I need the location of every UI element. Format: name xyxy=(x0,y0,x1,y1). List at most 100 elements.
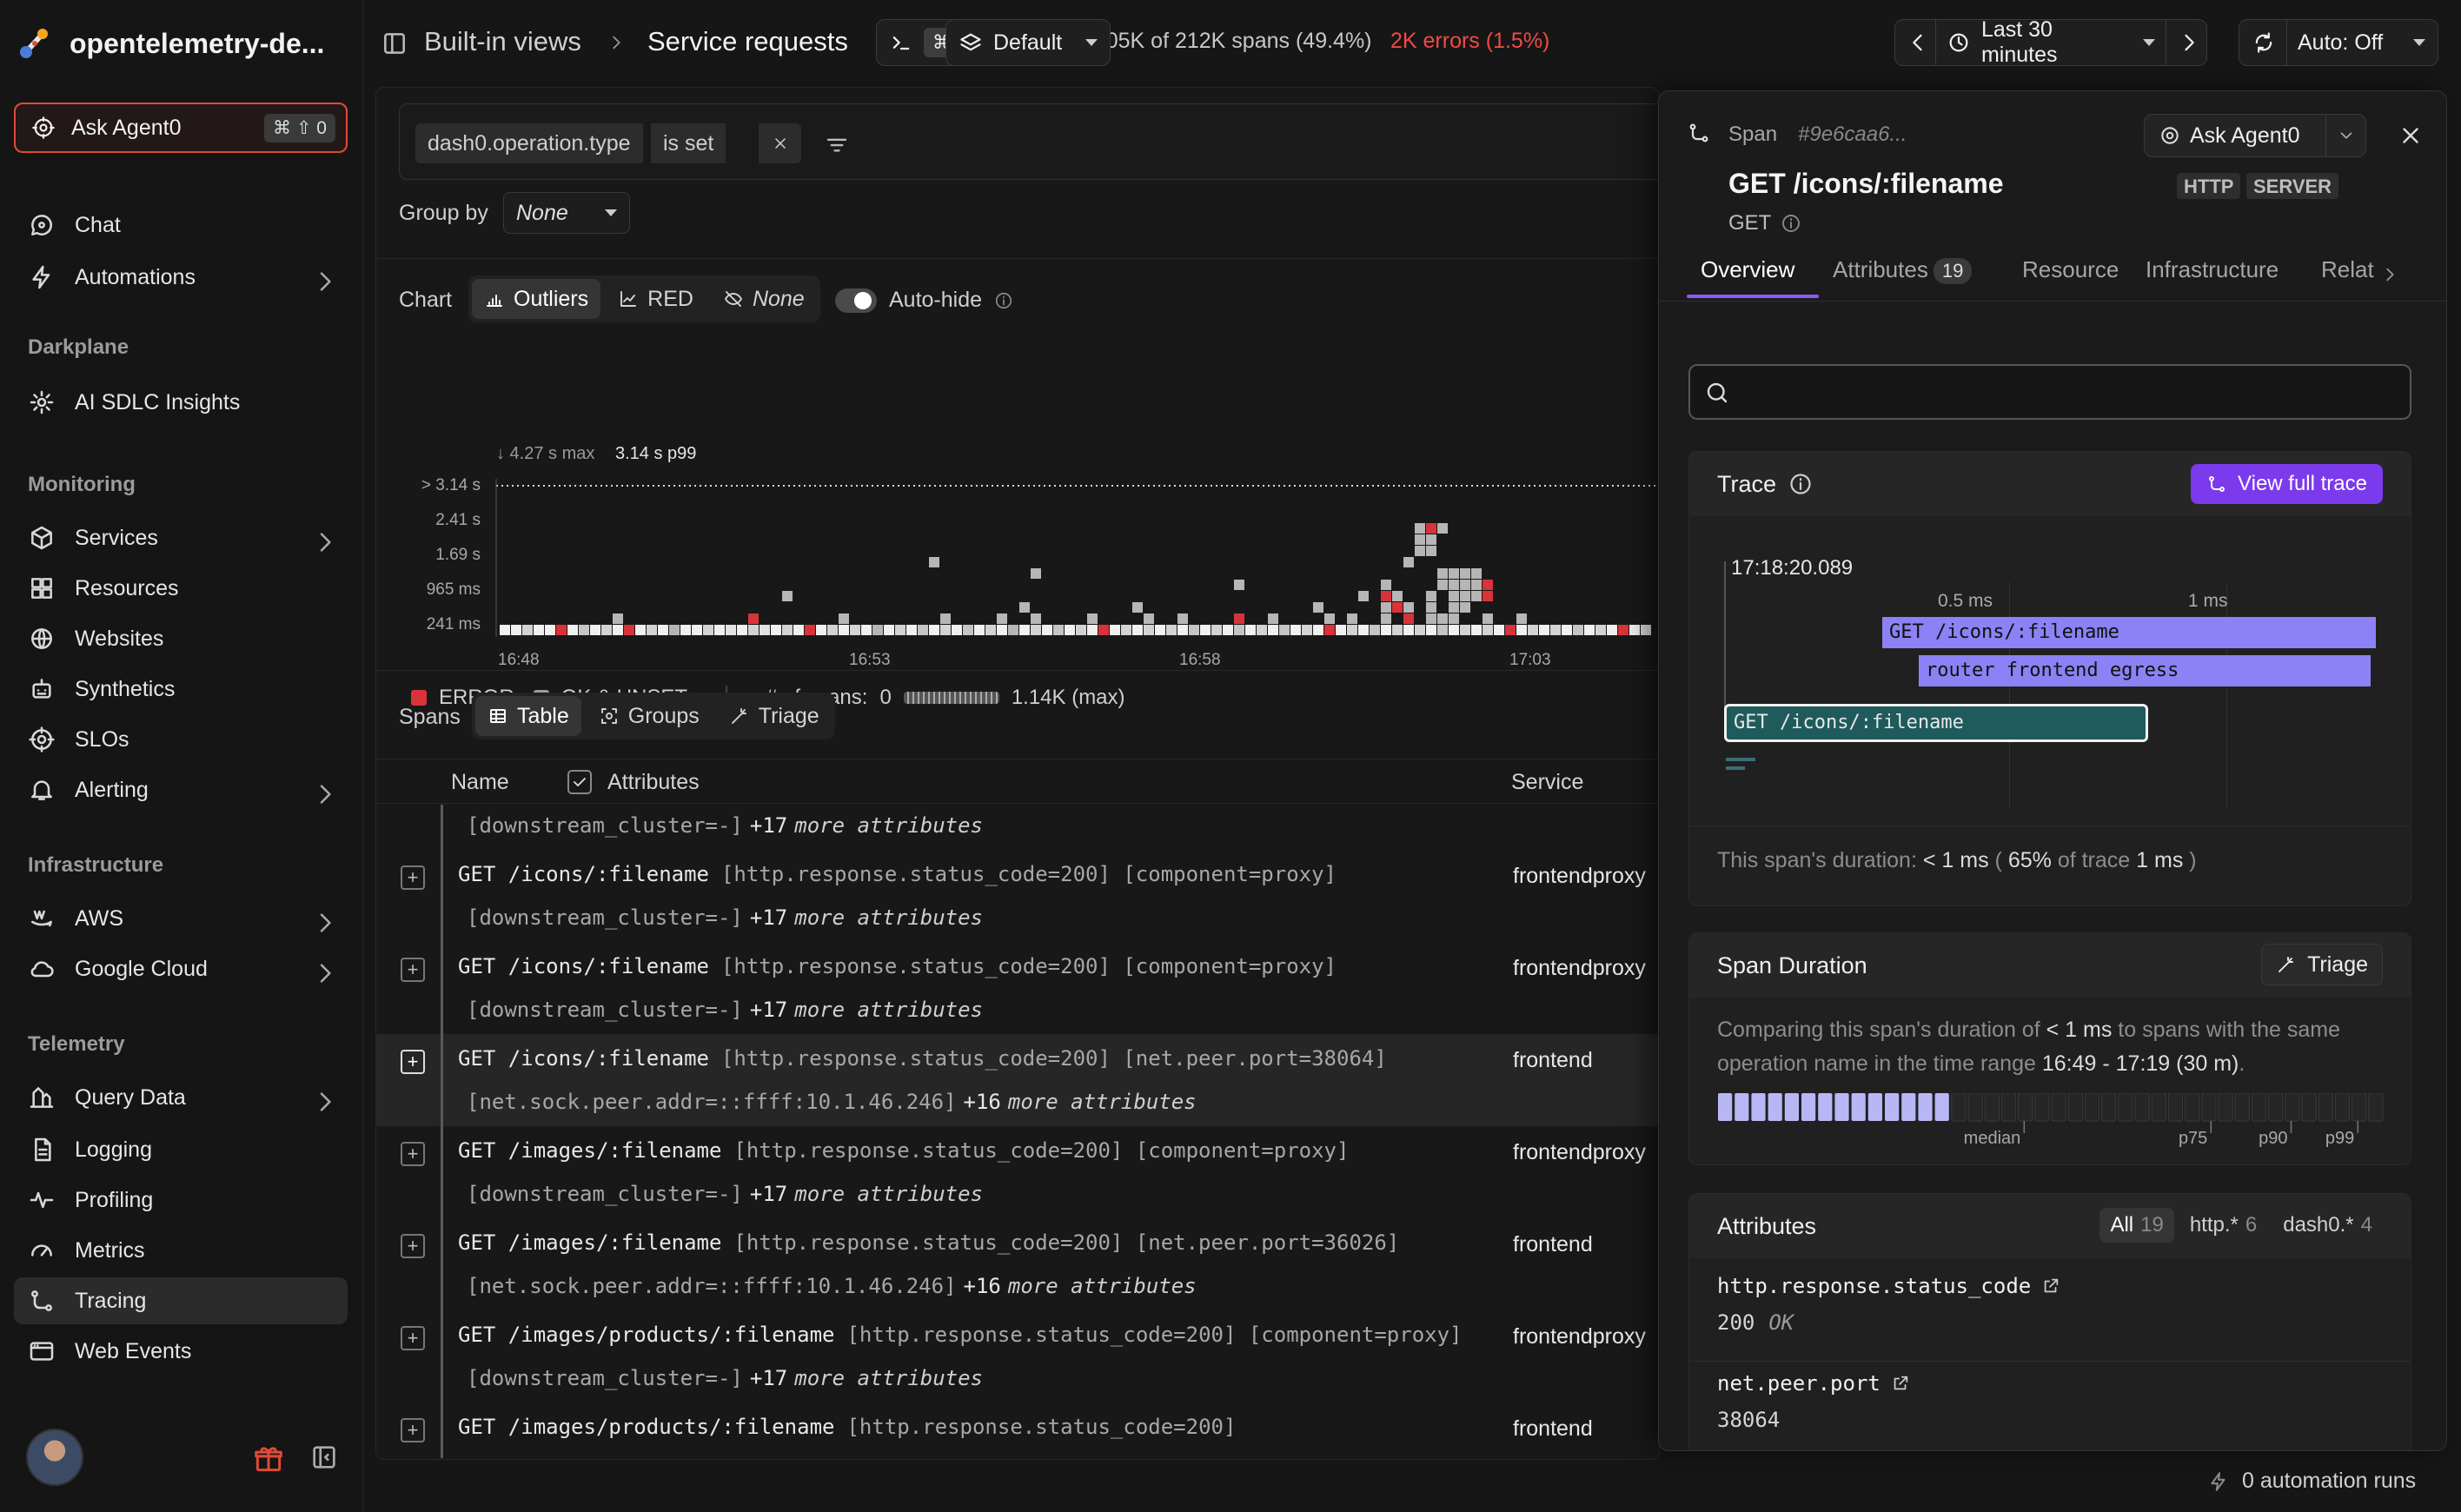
row-more-count[interactable]: +17 xyxy=(750,1182,787,1206)
org-switcher[interactable]: opentelemetry-de... xyxy=(16,17,324,70)
filter-key-chip[interactable]: dash0.operation.type xyxy=(415,123,643,163)
row-more-text[interactable]: more attributes xyxy=(794,1182,983,1206)
expand-row-button[interactable]: + xyxy=(401,1050,425,1074)
panel-ask-agent-button[interactable]: Ask Agent0 xyxy=(2144,114,2366,157)
sidebar-item-query-data[interactable]: Query Data xyxy=(14,1074,348,1121)
expand-row-button[interactable]: + xyxy=(401,1234,425,1258)
gift-icon[interactable] xyxy=(252,1442,285,1476)
trace-bar[interactable]: router frontend egress xyxy=(1919,655,2371,686)
refresh-control[interactable]: Auto: Off xyxy=(2239,19,2438,66)
row-more-text[interactable]: more attributes xyxy=(794,998,983,1022)
ask-agent-button[interactable]: Ask Agent0 ⌘ ⇧ 0 xyxy=(14,103,348,153)
group-by-select[interactable]: None xyxy=(503,192,630,234)
refresh-icon[interactable] xyxy=(2252,30,2276,55)
attribute-item[interactable]: http.response.status_code 200 OK xyxy=(1717,1274,2060,1335)
sidebar-item-chat[interactable]: Chat xyxy=(14,202,348,249)
tab-resource[interactable]: Resource xyxy=(2022,256,2119,283)
tab-overview[interactable]: Overview xyxy=(1701,256,1794,283)
chevron-left-icon[interactable] xyxy=(1906,30,1925,55)
sidebar-item-resources[interactable]: Resources xyxy=(14,565,348,612)
view-full-trace-button[interactable]: View full trace xyxy=(2191,464,2383,504)
row-more-count[interactable]: +17 xyxy=(750,905,787,930)
table-row[interactable]: + GET /icons/:filename [http.response.stat… xyxy=(376,1034,1659,1126)
spans-tab-table[interactable]: Table xyxy=(475,696,581,736)
sidebar-item-aws[interactable]: AWS xyxy=(14,895,348,942)
attr-filter-dash0[interactable]: dash0.* 4 xyxy=(2272,1208,2383,1243)
table-row[interactable]: [downstream_cluster=-] +17 more attributes xyxy=(376,805,1659,850)
row-more-text[interactable]: more attributes xyxy=(794,905,983,930)
filter-op-chip[interactable]: is set xyxy=(650,123,726,163)
sidebar-item-logging[interactable]: Logging xyxy=(14,1126,348,1173)
attribute-item[interactable]: net.peer.port 38064 xyxy=(1717,1371,1910,1432)
table-row[interactable]: + GET /images/:filename [http.response.sta… xyxy=(376,1126,1659,1218)
chevron-right-icon[interactable] xyxy=(2177,30,2196,55)
filter-icon[interactable] xyxy=(824,132,850,158)
table-row[interactable]: + GET /images/products/:filename [http.res… xyxy=(376,1403,1659,1458)
expand-row-button[interactable]: + xyxy=(401,865,425,890)
outliers-heatmap[interactable]: ↓ 4.27 s max 3.14 s p99 > 3.14 s 2.41 s 1.69… xyxy=(376,435,1661,687)
expand-row-button[interactable]: + xyxy=(401,1326,425,1350)
row-more-count[interactable]: +16 xyxy=(964,1090,1001,1114)
close-icon[interactable] xyxy=(2398,123,2424,149)
sidebar-item-alerting[interactable]: Alerting xyxy=(14,766,348,813)
info-icon[interactable] xyxy=(1788,472,1813,496)
spans-tab-groups[interactable]: Groups xyxy=(587,696,712,736)
autohide-toggle[interactable]: Auto-hide xyxy=(835,288,1013,313)
table-row[interactable]: + GET /images/:filename [http.response.sta… xyxy=(376,1218,1659,1310)
user-avatar[interactable] xyxy=(26,1429,83,1486)
sidebar-item-tracing[interactable]: Tracing xyxy=(14,1277,348,1324)
chevron-down-icon[interactable] xyxy=(2325,115,2365,156)
external-link-icon[interactable] xyxy=(2041,1277,2060,1296)
sidebar-item-web-events[interactable]: Web Events xyxy=(14,1328,348,1375)
chart-mode-outliers[interactable]: Outliers xyxy=(472,279,601,319)
expand-row-button[interactable]: + xyxy=(401,958,425,982)
expand-row-button[interactable]: + xyxy=(401,1142,425,1166)
row-more-count[interactable]: +16 xyxy=(964,1274,1001,1298)
table-row[interactable]: + GET /images/products/:filename [http.res… xyxy=(376,1310,1659,1403)
table-row[interactable]: + GET /icons/:filename [http.response.stat… xyxy=(376,850,1659,942)
triage-button[interactable]: Triage xyxy=(2261,944,2383,985)
info-icon[interactable] xyxy=(994,291,1013,310)
automation-runs-status[interactable]: 0 automation runs xyxy=(2207,1469,2416,1494)
expand-row-button[interactable]: + xyxy=(401,1418,425,1442)
column-name[interactable]: Name xyxy=(451,770,509,795)
collapse-sidebar-icon[interactable] xyxy=(309,1442,339,1472)
filter-remove-button[interactable] xyxy=(758,123,801,163)
span-id[interactable]: #9e6caa6... xyxy=(1798,123,1907,147)
attr-filter-http[interactable]: http.* 6 xyxy=(2179,1208,2267,1243)
row-more-text[interactable]: more attributes xyxy=(1008,1274,1197,1298)
tab-related[interactable]: Relat xyxy=(2321,256,2374,283)
attr-filter-all[interactable]: All 19 xyxy=(2099,1208,2174,1243)
row-more-count[interactable]: +17 xyxy=(750,1366,787,1390)
sidebar-item-websites[interactable]: Websites xyxy=(14,615,348,662)
toggle-switch[interactable] xyxy=(835,288,877,313)
sidebar-item-ai-sdlc-insights[interactable]: AI SDLC Insights xyxy=(14,379,348,426)
column-attributes[interactable]: Attributes xyxy=(607,770,700,795)
trace-bar[interactable]: GET /icons/:filename xyxy=(1882,617,2376,648)
info-icon[interactable] xyxy=(1781,213,1801,234)
spans-tab-triage[interactable]: Triage xyxy=(717,696,832,736)
panel-layout-icon[interactable] xyxy=(381,30,408,57)
table-row[interactable]: + GET /icons/:filename [http.response.stat… xyxy=(376,942,1659,1034)
chevron-right-icon[interactable] xyxy=(2380,265,2399,284)
external-link-icon[interactable] xyxy=(1891,1374,1910,1393)
tab-infrastructure[interactable]: Infrastructure xyxy=(2146,256,2279,283)
sidebar-item-metrics[interactable]: Metrics xyxy=(14,1227,348,1274)
row-more-count[interactable]: +17 xyxy=(750,813,787,838)
view-select[interactable]: Default xyxy=(945,19,1111,66)
column-service[interactable]: Service xyxy=(1511,770,1583,795)
row-more-count[interactable]: +17 xyxy=(750,998,787,1022)
row-more-text[interactable]: more attributes xyxy=(794,813,983,838)
breadcrumb-built-in-views[interactable]: Built-in views xyxy=(424,26,581,57)
chart-mode-red[interactable]: RED xyxy=(606,279,706,319)
sidebar-item-services[interactable]: Services xyxy=(14,514,348,561)
sidebar-item-automations[interactable]: Automations xyxy=(14,254,348,301)
filter-bar[interactable]: dash0.operation.type is set xyxy=(399,103,1702,180)
error-count-text[interactable]: 2K errors (1.5%) xyxy=(1390,29,1549,54)
chart-mode-none[interactable]: None xyxy=(711,279,817,319)
time-range-picker[interactable]: Last 30 minutes xyxy=(1894,17,2207,67)
sidebar-item-profiling[interactable]: Profiling xyxy=(14,1177,348,1224)
sidebar-item-google-cloud[interactable]: Google Cloud xyxy=(14,945,348,992)
tab-attributes[interactable]: Attributes 19 xyxy=(1833,256,1973,284)
row-more-text[interactable]: more attributes xyxy=(794,1366,983,1390)
